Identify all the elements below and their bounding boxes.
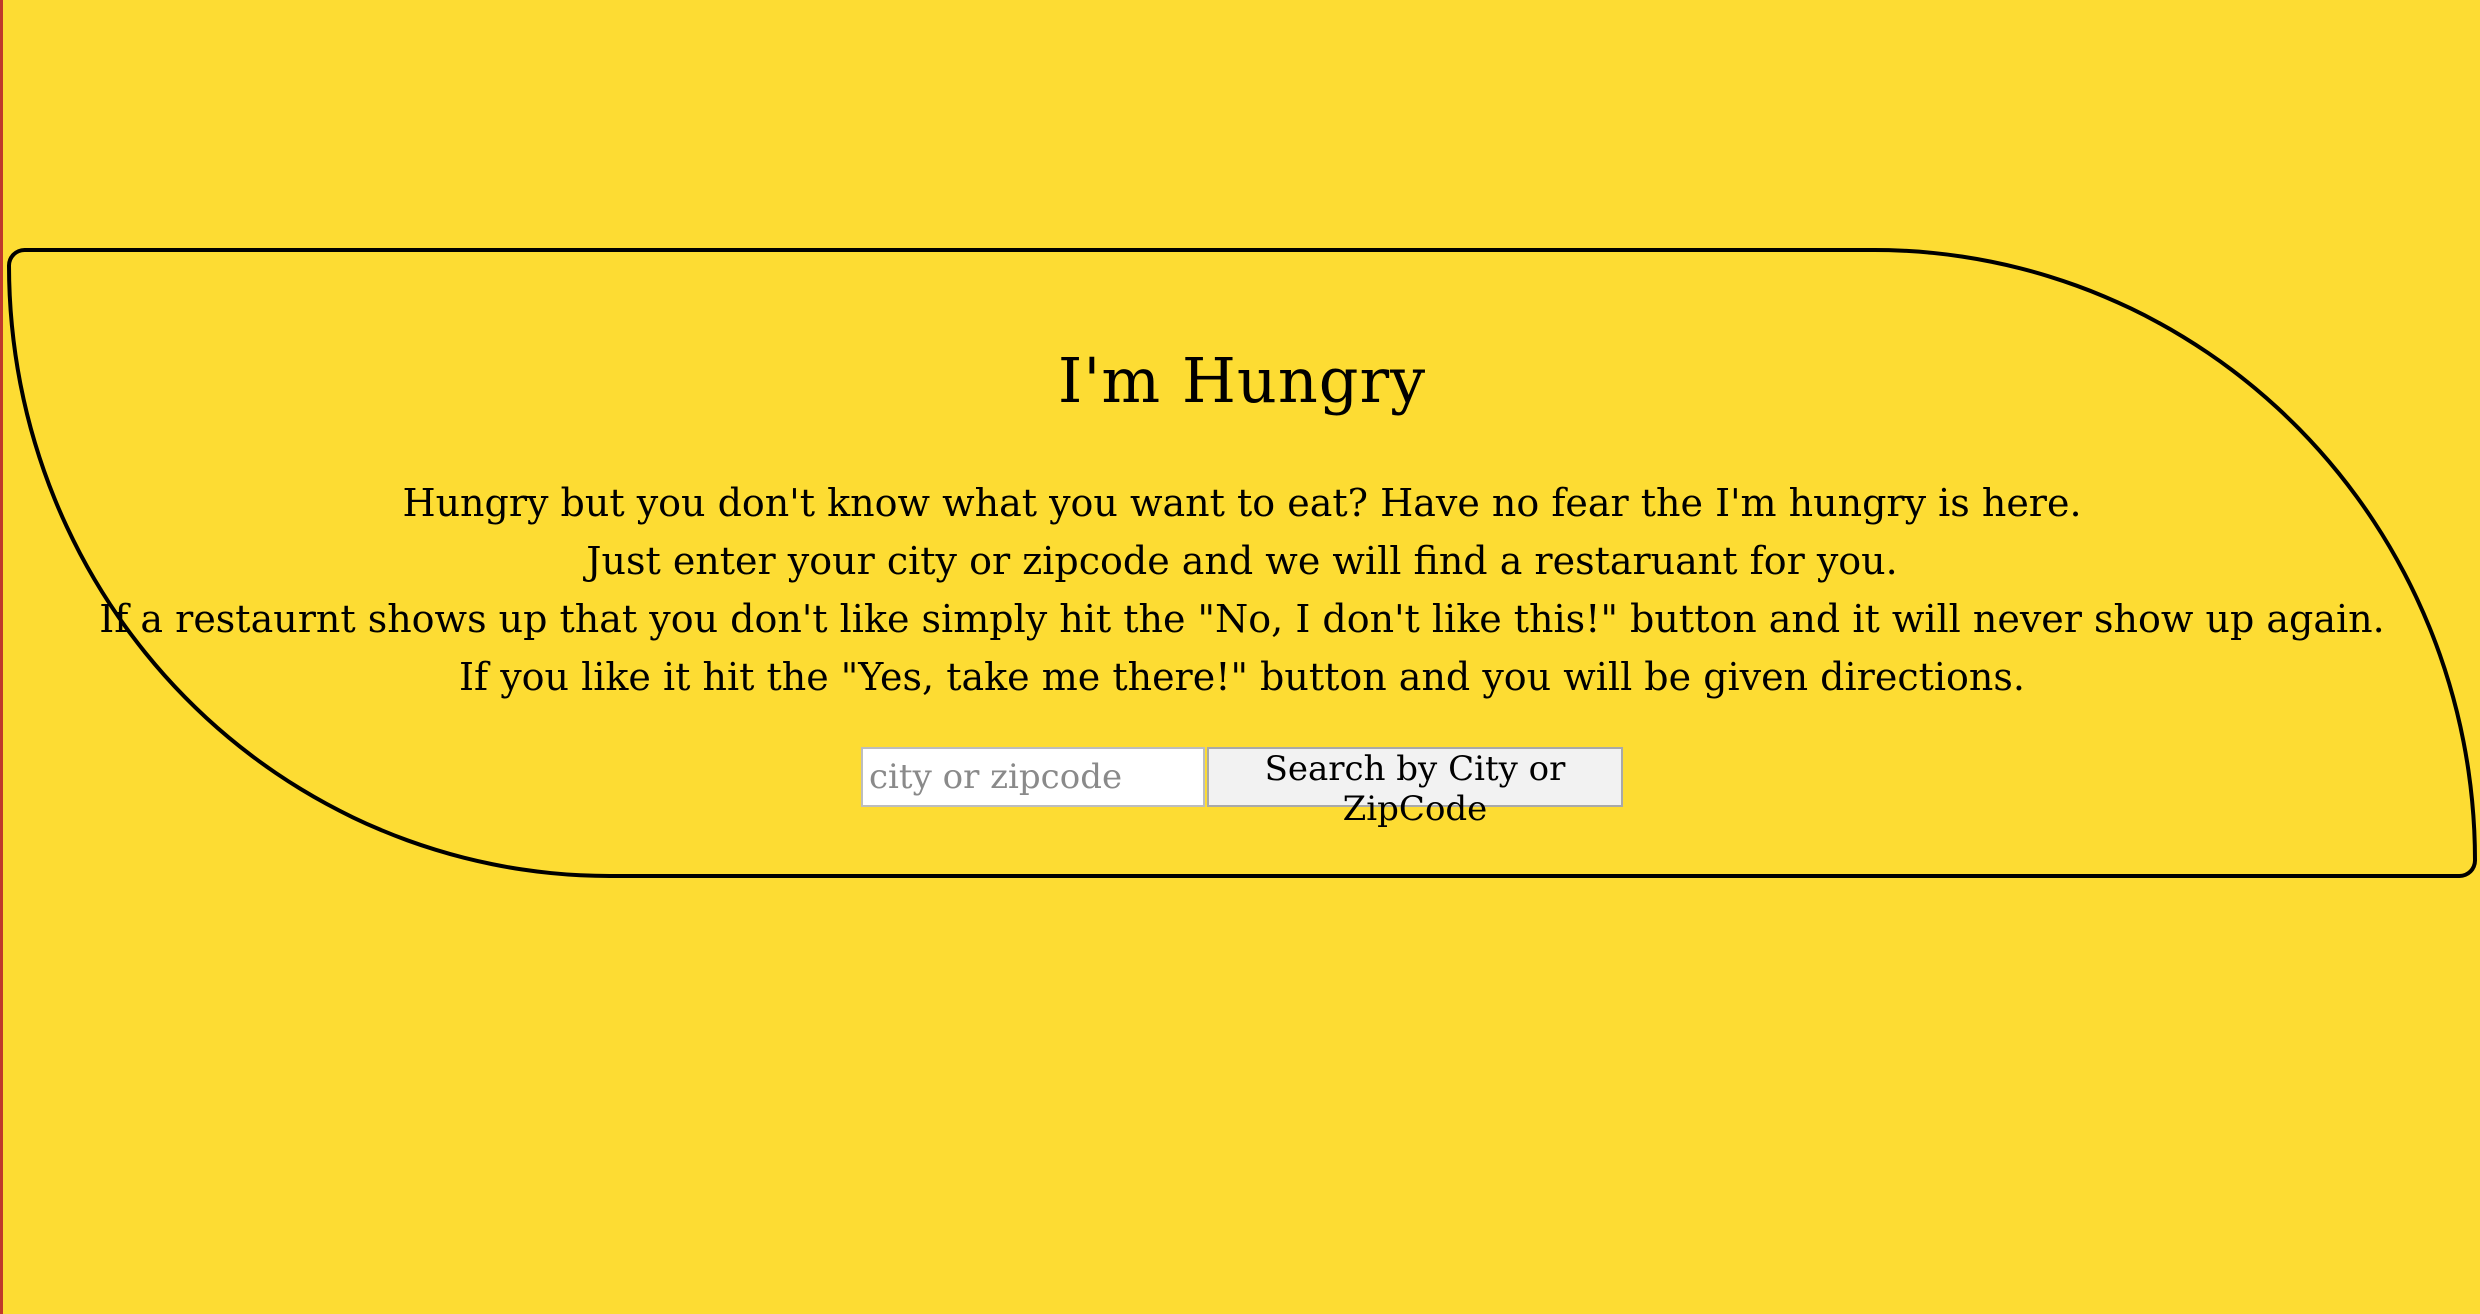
intro-line: Hungry but you don't know what you want … [402, 481, 2082, 525]
page: I'm Hungry Hungry but you don't know wha… [0, 0, 2480, 1314]
intro-line: If a restaurnt shows up that you don't l… [99, 597, 2385, 641]
intro-line: Just enter your city or zipcode and we w… [586, 539, 1898, 583]
search-button[interactable]: Search by City or ZipCode [1207, 747, 1623, 829]
search-form: Search by City or ZipCode [11, 747, 2473, 829]
intro-text: Hungry but you don't know what you want … [11, 474, 2473, 706]
hero-panel: I'm Hungry Hungry but you don't know wha… [7, 248, 2477, 878]
page-title: I'm Hungry [1057, 344, 1427, 417]
search-input[interactable] [861, 747, 1205, 807]
intro-line: If you like it hit the "Yes, take me the… [459, 655, 2025, 699]
